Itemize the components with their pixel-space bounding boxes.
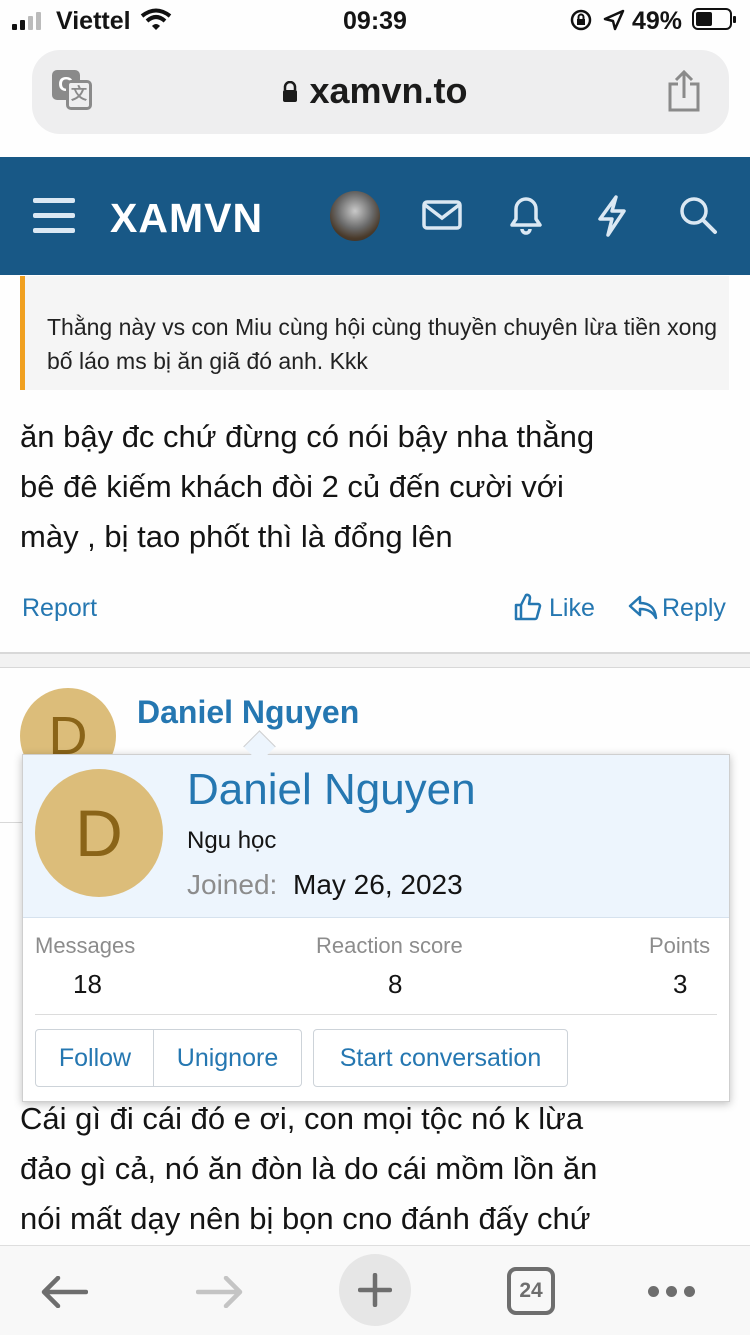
reply-button[interactable]: Reply (662, 594, 726, 623)
post-divider (0, 822, 22, 823)
quote-text: Thằng này vs con Miu cùng hội cùng thuyề… (47, 314, 718, 374)
thumbs-up-icon[interactable] (514, 593, 542, 621)
start-conversation-button[interactable]: Start conversation (313, 1029, 568, 1087)
site-logo[interactable]: XAMVN (110, 195, 263, 242)
post-body-line: đảo gì cả, nó ăn đòn là do cái mồm lồn ă… (20, 1151, 598, 1186)
orientation-lock-icon (570, 9, 592, 31)
member-card-header: D Daniel Nguyen Ngu học Joined: May 26, … (23, 755, 729, 918)
tab-count-button[interactable]: 24 (507, 1267, 555, 1315)
stat-label: Messages (35, 933, 136, 958)
post-divider (0, 667, 750, 668)
post-body-line: mày , bị tao phốt thì là đổng lên (20, 519, 453, 554)
member-tooltip-card: D Daniel Nguyen Ngu học Joined: May 26, … (22, 754, 730, 1102)
plus-icon (358, 1273, 392, 1307)
post-gap (0, 654, 750, 668)
battery-percent: 49% (632, 7, 683, 35)
user-avatar[interactable] (330, 191, 380, 241)
more-dots-icon[interactable] (648, 1286, 696, 1298)
post-body-line: ăn bậy đc chứ đừng có nói bậy nha thằng (20, 419, 595, 454)
reply-arrow-icon[interactable] (628, 594, 658, 620)
url-text[interactable]: xamvn.to (32, 70, 737, 112)
stat-label: Points (649, 933, 711, 958)
site-header: XAMVN (0, 157, 750, 275)
quote-block: Thằng này vs con Miu cùng hội cùng thuyề… (20, 276, 729, 390)
forward-arrow-icon[interactable] (196, 1276, 244, 1308)
follow-button[interactable]: Follow (35, 1029, 155, 1087)
back-arrow-icon[interactable] (40, 1276, 88, 1308)
location-icon (603, 9, 625, 31)
stat-label: Reaction score (316, 933, 463, 958)
hamburger-menu-icon[interactable] (33, 198, 75, 234)
stat-value: 3 (673, 969, 688, 999)
stats-divider (35, 1014, 717, 1015)
post-body-line: nói mất dạy nên bị bọn cno đánh đấy chứ (20, 1201, 591, 1236)
bell-icon[interactable] (508, 195, 544, 235)
url-bar[interactable]: G 文 xamvn.to (32, 50, 729, 134)
search-icon[interactable] (678, 195, 718, 235)
battery-icon (692, 8, 736, 30)
unignore-button[interactable]: Unignore (153, 1029, 302, 1087)
stat-value: 8 (388, 969, 403, 999)
report-link[interactable]: Report (22, 594, 97, 623)
lightning-icon[interactable] (596, 195, 628, 237)
joined-date: May 26, 2023 (293, 869, 463, 900)
author-name[interactable]: Daniel Nguyen (137, 694, 359, 731)
joined-label: Joined: (187, 869, 278, 900)
browser-toolbar: 24 (0, 1245, 750, 1335)
member-name[interactable]: Daniel Nguyen (187, 765, 476, 815)
stat-value: 18 (73, 969, 102, 999)
member-title: Ngu học (187, 827, 277, 854)
status-bar: Viettel 09:39 49% (0, 0, 750, 40)
member-avatar[interactable]: D (35, 769, 163, 897)
like-button[interactable]: Like (549, 594, 595, 623)
new-tab-button[interactable] (339, 1254, 411, 1326)
share-icon[interactable] (666, 70, 702, 112)
envelope-icon[interactable] (422, 199, 462, 231)
post-body-line: bê đê kiếm khách đòi 2 củ đến cười với (20, 469, 564, 504)
